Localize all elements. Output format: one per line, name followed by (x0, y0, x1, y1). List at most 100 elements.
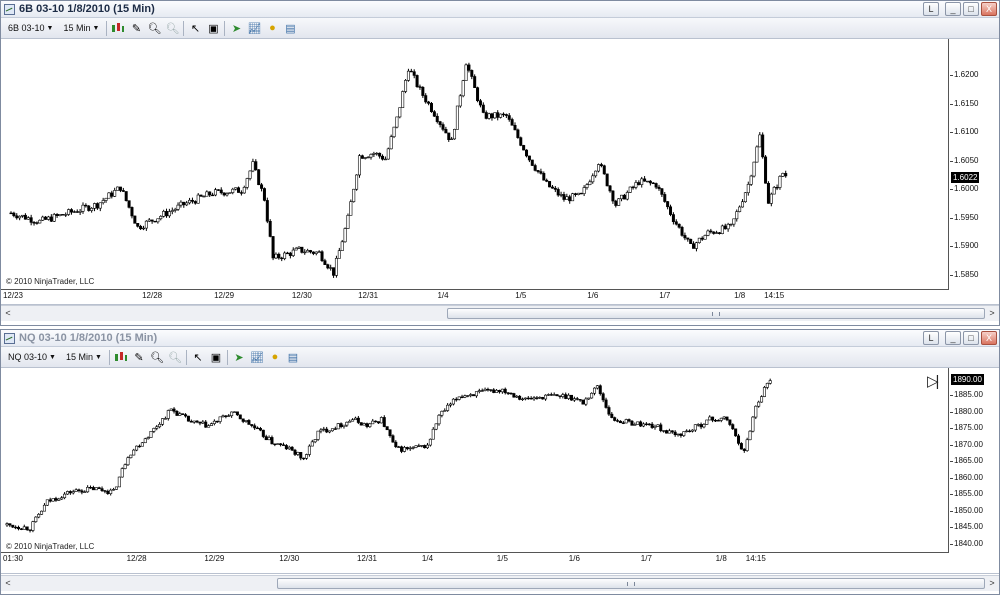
close-button[interactable]: X (981, 2, 997, 16)
zoom-out-icon[interactable]: 🔍︎ (165, 21, 179, 35)
cursor-icon[interactable]: ↖ (191, 350, 205, 364)
horizontal-scrollbar[interactable]: < > (1, 305, 999, 321)
price-axis[interactable]: 1.6200 1.6150 1.6100 1.6050 1.6000 1.5950 1.59… (949, 39, 1000, 290)
data-box-icon[interactable]: ▤ (286, 350, 300, 364)
maximize-button[interactable]: □ (963, 2, 979, 16)
candle-body (388, 429, 392, 437)
candle-body (432, 111, 436, 117)
candle-body (669, 206, 673, 215)
price-axis[interactable]: 1885.00 1880.00 1875.00 1870.00 1865.00 1860.… (950, 368, 1000, 553)
candle-body (532, 397, 536, 400)
toolbar-divider (108, 349, 110, 365)
candle-body (135, 445, 139, 451)
interval-selector[interactable]: 15 Min ▼ (63, 352, 105, 362)
link-button[interactable]: L (923, 2, 939, 16)
scrollbar-thumb[interactable] (446, 308, 985, 319)
candle-body (283, 252, 287, 259)
candle-body (258, 428, 262, 431)
horizontal-scrollbar[interactable]: < > (1, 575, 999, 591)
candle-body (156, 218, 160, 223)
window-titlebar[interactable]: NQ 03-10 1/8/2010 (15 Min) L _ □ X (1, 330, 999, 347)
snapshot-icon[interactable]: ▣ (209, 350, 223, 364)
scroll-to-end-icon[interactable]: ▷| (927, 372, 940, 390)
chart-window-6b[interactable]: 6B 03-10 1/8/2010 (15 Min) L _ □ X 6B 03… (0, 0, 1000, 326)
close-button[interactable]: X (981, 331, 997, 345)
candle-body (660, 188, 664, 195)
candle-body (113, 190, 117, 197)
minimize-button[interactable]: _ (945, 2, 961, 16)
drawing-tool-icon[interactable]: ✎ (132, 350, 146, 364)
scroll-left-button[interactable]: < (1, 576, 15, 591)
candle-body (94, 487, 98, 491)
candle-body (564, 394, 568, 399)
candle-body (63, 493, 67, 499)
candle-body (303, 251, 307, 254)
candle-body (576, 192, 580, 195)
zoom-out-icon[interactable]: 🔍︎ (168, 350, 182, 364)
coin-icon[interactable]: ● (268, 350, 282, 364)
scroll-right-button[interactable]: > (985, 576, 999, 591)
maximize-button[interactable]: □ (963, 331, 979, 345)
candle-body (48, 499, 52, 502)
candle-body (702, 424, 706, 428)
zoom-in-icon[interactable]: 🔍︎ (150, 350, 164, 364)
candle-body (383, 158, 387, 161)
zoom-in-icon[interactable]: 🔍︎ (147, 21, 161, 35)
scroll-left-button[interactable]: < (1, 306, 15, 321)
time-axis[interactable]: 01:30 12/28 12/29 12/30 12/31 1/4 1/5 1/6 1/7 1/8… (1, 553, 949, 567)
candle-body (581, 399, 585, 405)
time-tick-label: 14:15 (745, 554, 766, 563)
price-tick-label: 1860.00 (950, 472, 983, 482)
candle-body (178, 413, 182, 416)
candle-body (605, 173, 609, 187)
chart-area[interactable]: © 2010 NinjaTrader, LLC 1.6200 1.6150 1.61… (1, 39, 999, 305)
candle-body (260, 184, 264, 189)
coin-icon[interactable]: ● (265, 21, 279, 35)
chart-area[interactable]: © 2010 NinjaTrader, LLC ▷| 1885.00 1880.0… (1, 368, 999, 574)
strategy-icon[interactable]: ➤ (232, 350, 246, 364)
scroll-right-button[interactable]: > (985, 306, 999, 321)
candle-body (120, 468, 124, 478)
instrument-selector[interactable]: 6B 03-10 ▼ (5, 23, 56, 33)
indicators-icon[interactable]: 📈︎ (250, 350, 264, 364)
chart-window-nq[interactable]: NQ 03-10 1/8/2010 (15 Min) L _ □ X NQ 03… (0, 329, 1000, 595)
candle-body (752, 161, 756, 177)
candle-body (423, 445, 427, 449)
candle-body (585, 184, 589, 188)
instrument-selector[interactable]: NQ 03-10 ▼ (5, 352, 59, 362)
bar-type-icon[interactable] (114, 350, 128, 364)
candle-body (211, 194, 215, 197)
candle-body (405, 447, 409, 450)
candle-body (437, 414, 441, 425)
candle-body (729, 223, 733, 226)
time-axis[interactable]: 12/23 12/28 12/29 12/30 12/31 1/4 1/5 1/6 1/7 1/8… (1, 290, 949, 304)
link-button[interactable]: L (923, 331, 939, 345)
interval-selector[interactable]: 15 Min ▼ (60, 23, 102, 33)
scrollbar-thumb[interactable] (276, 578, 985, 589)
candle-body (562, 194, 566, 200)
candle-body (654, 183, 658, 188)
window-titlebar[interactable]: 6B 03-10 1/8/2010 (15 Min) L _ □ X (1, 1, 999, 18)
candle-body (182, 201, 186, 206)
candle-body (97, 487, 101, 489)
candle-body (349, 201, 353, 216)
candle-body (637, 182, 641, 185)
minimize-button[interactable]: _ (945, 331, 961, 345)
candle-body (290, 446, 294, 451)
drawing-tool-icon[interactable]: ✎ (129, 21, 143, 35)
indicators-icon[interactable]: 📈︎ (247, 21, 261, 35)
bar-type-icon[interactable] (111, 21, 125, 35)
price-plot[interactable]: © 2010 NinjaTrader, LLC (1, 39, 949, 290)
strategy-icon[interactable]: ➤ (229, 21, 243, 35)
candle-body (162, 211, 166, 217)
candle-body (93, 203, 97, 209)
candle-body (521, 398, 525, 401)
data-box-icon[interactable]: ▤ (283, 21, 297, 35)
candle-body (568, 196, 572, 202)
snapshot-icon[interactable]: ▣ (206, 21, 220, 35)
price-plot[interactable]: © 2010 NinjaTrader, LLC ▷| (1, 368, 949, 553)
candle-body (32, 222, 36, 224)
cursor-icon[interactable]: ↖ (188, 21, 202, 35)
candle-body (342, 424, 346, 427)
candle-body (738, 206, 742, 212)
